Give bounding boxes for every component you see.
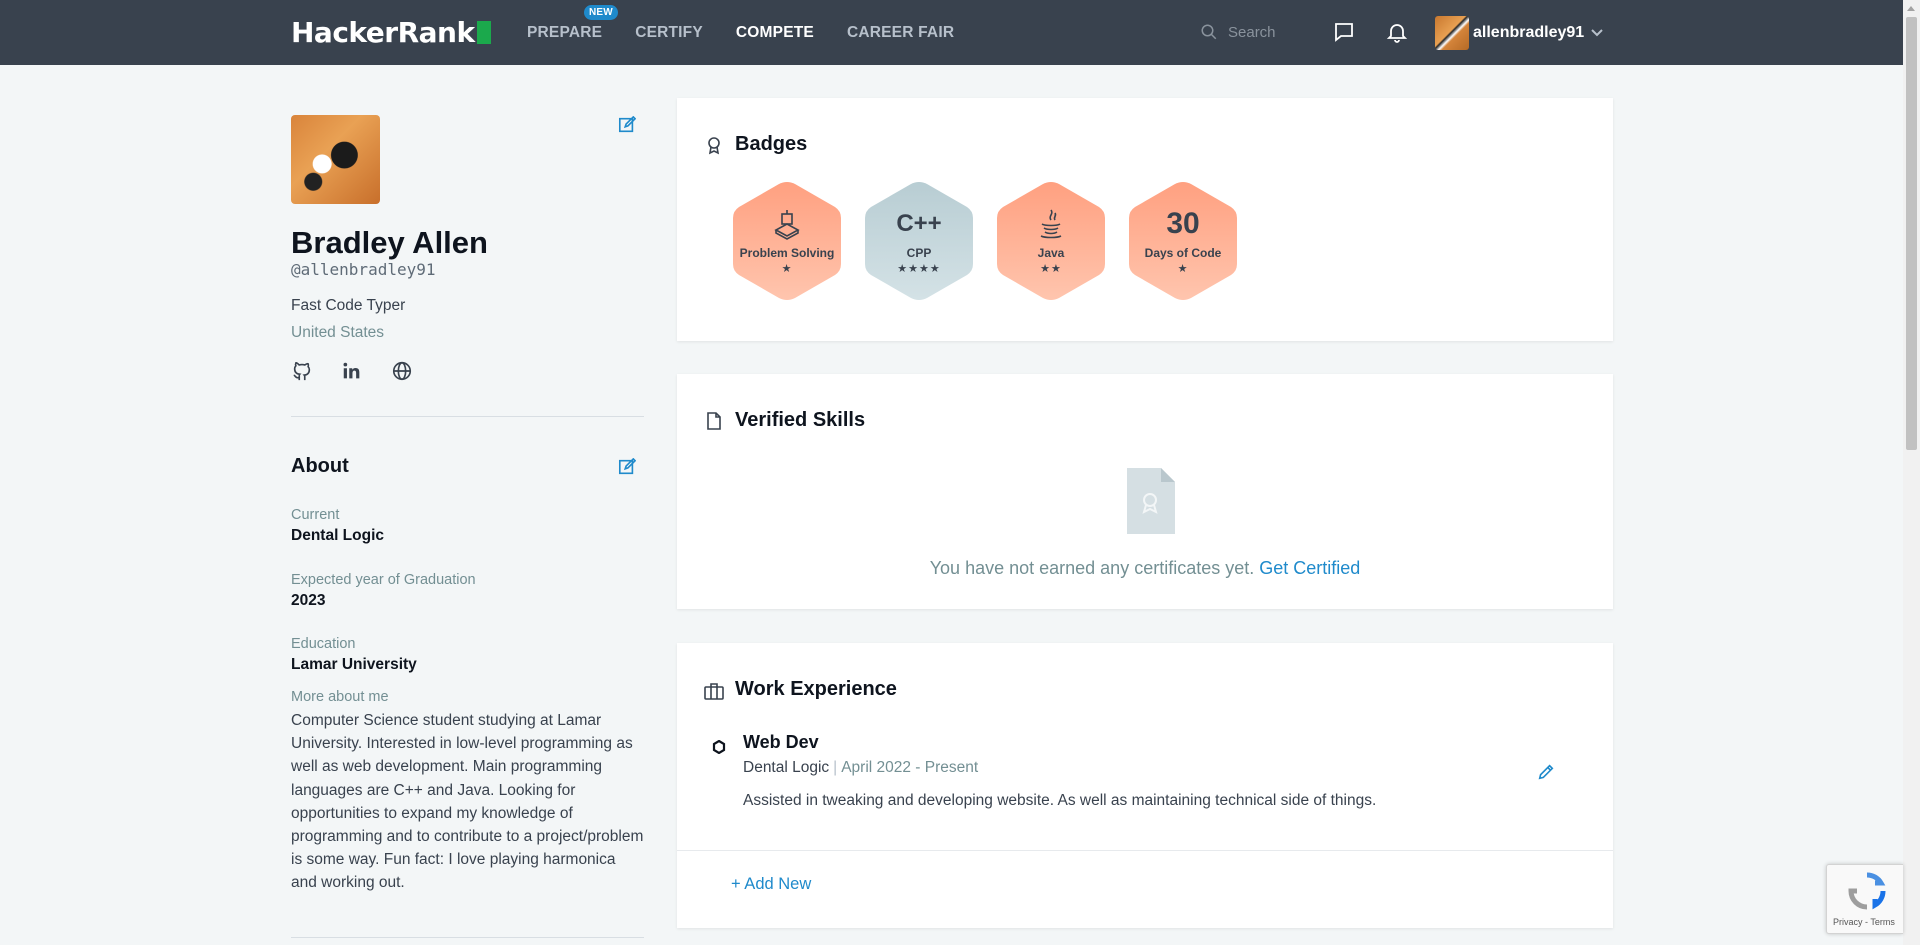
certificate-placeholder-icon [1127, 468, 1175, 534]
java-icon [1040, 209, 1062, 238]
job-dates: April 2022 - Present [841, 759, 979, 776]
job-title: Web Dev [743, 732, 819, 752]
job-description: Assisted in tweaking and developing webs… [743, 792, 1377, 809]
add-new-button[interactable]: + Add New [731, 875, 811, 894]
scroll-up-arrow[interactable] [1907, 6, 1915, 11]
job-company: Dental Logic [743, 759, 830, 776]
work-experience-title: Work Experience [735, 678, 897, 700]
nav-link-compete[interactable]: COMPETE [736, 24, 814, 42]
about-title: About [291, 455, 349, 477]
more-about-label: More about me [291, 689, 389, 705]
graduation-label: Expected year of Graduation [291, 572, 476, 588]
linkedin-icon[interactable] [341, 360, 365, 384]
chevron-down-icon [1591, 28, 1603, 36]
verified-skills-card: Verified Skills You have not earned any … [677, 374, 1613, 609]
top-navbar: HackerRank PREPARE NEW CERTIFY COMPETE C… [0, 0, 1920, 65]
user-menu[interactable]: allenbradley91 [1435, 15, 1604, 50]
logo-text: HackerRank [291, 15, 475, 49]
nav-link-career-fair[interactable]: CAREER FAIR [847, 24, 954, 42]
nav-link-prepare[interactable]: PREPARE NEW [527, 4, 618, 42]
nav-link-label: PREPARE [527, 23, 603, 41]
separator: | [833, 759, 838, 776]
badge-name: Problem Solving [739, 245, 835, 260]
profile-name: Bradley Allen [291, 225, 488, 260]
search-box[interactable] [1200, 19, 1328, 45]
nav-links: PREPARE NEW CERTIFY COMPETE CAREER FAIR [527, 0, 987, 65]
new-badge: NEW [584, 4, 618, 20]
username: allenbradley91 [1473, 23, 1585, 41]
edit-job-icon[interactable] [1537, 763, 1555, 781]
problem-solving-icon [774, 209, 800, 240]
no-certificates-message: You have not earned any certificates yet… [677, 558, 1613, 579]
edit-about-icon[interactable] [618, 458, 636, 476]
divider [291, 416, 644, 417]
badge-cpp[interactable]: C++ CPP ★★★★ [863, 180, 975, 302]
profile-avatar [291, 115, 380, 204]
badge-stars: ★★ [1040, 262, 1062, 275]
education-value: Lamar University [291, 656, 417, 673]
badge-name: CPP [906, 245, 932, 260]
messages-icon[interactable] [1332, 20, 1356, 44]
graduation-value: 2023 [291, 592, 326, 609]
badge-stars: ★ [781, 262, 793, 275]
document-icon [707, 412, 721, 430]
logo-mark [476, 20, 491, 44]
education-label: Education [291, 636, 356, 652]
current-label: Current [291, 507, 340, 523]
cert-message-text: You have not earned any certificates yet… [929, 558, 1255, 578]
badge-name: Days of Code [1144, 245, 1222, 260]
avatar [1435, 15, 1469, 50]
badge-stars: ★★★★ [897, 262, 941, 275]
recaptcha-links[interactable]: Privacy - Terms [1833, 917, 1895, 927]
badges-card: Badges Problem Solving ★ C++ CPP ★★★★ Ja… [677, 98, 1613, 341]
profile-handle: @allenbradley91 [291, 260, 436, 279]
notifications-icon[interactable] [1385, 20, 1409, 44]
profile-country: United States [291, 324, 385, 341]
badges-list: Problem Solving ★ C++ CPP ★★★★ Java ★★ 3… [731, 180, 1259, 302]
profile-tagline: Fast Code Typer [291, 297, 406, 314]
scrollbar[interactable] [1903, 0, 1920, 945]
search-input[interactable] [1228, 23, 1328, 41]
badge-number: 30 [1166, 206, 1200, 240]
scroll-thumb[interactable] [1906, 17, 1917, 450]
badges-title: Badges [735, 133, 808, 155]
social-links [291, 360, 441, 384]
more-about-text: Computer Science student studying at Lam… [291, 712, 644, 892]
hackerrank-logo[interactable]: HackerRank [291, 15, 491, 49]
job-meta: Dental Logic | April 2022 - Present [743, 759, 978, 777]
badge-stars: ★ [1177, 262, 1189, 275]
badge-icon [708, 137, 720, 155]
badge-days-of-code[interactable]: 30 Days of Code ★ [1127, 180, 1239, 302]
verified-skills-title: Verified Skills [735, 409, 866, 431]
briefcase-icon [704, 683, 724, 700]
badge-problem-solving[interactable]: Problem Solving ★ [731, 180, 843, 302]
github-icon[interactable] [291, 360, 315, 384]
website-icon[interactable] [391, 360, 415, 384]
badge-java[interactable]: Java ★★ [995, 180, 1107, 302]
cpp-icon: C++ [896, 209, 942, 237]
recaptcha-badge[interactable]: Privacy - Terms [1826, 864, 1903, 934]
divider [677, 850, 1613, 851]
recaptcha-icon [1848, 872, 1886, 910]
edit-profile-icon[interactable] [618, 116, 636, 134]
job-hexagon-icon [712, 740, 726, 754]
current-value: Dental Logic [291, 527, 385, 544]
get-certified-link[interactable]: Get Certified [1259, 558, 1360, 578]
nav-link-certify[interactable]: CERTIFY [635, 24, 703, 42]
badge-name: Java [1037, 245, 1065, 260]
work-experience-card: Work Experience Web Dev Dental Logic | Apr… [677, 643, 1613, 928]
search-icon [1201, 24, 1217, 40]
divider [291, 937, 644, 938]
